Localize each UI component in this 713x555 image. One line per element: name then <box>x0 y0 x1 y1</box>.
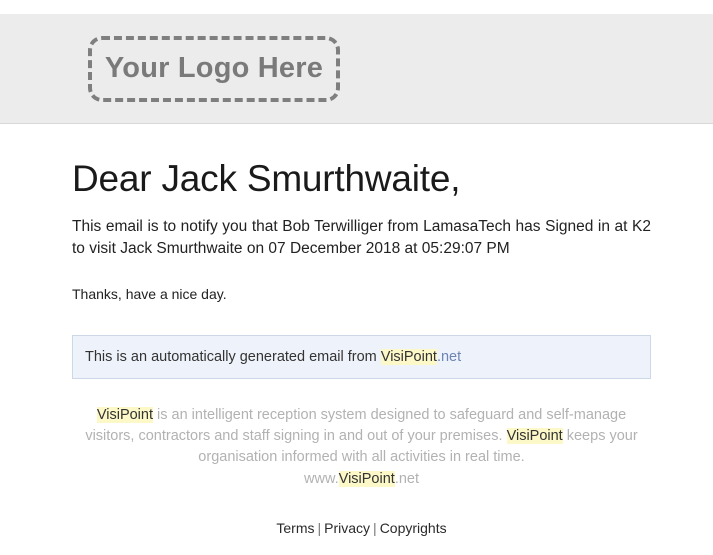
copyrights-link[interactable]: Copyrights <box>380 520 447 536</box>
closing-text: Thanks, have a nice day. <box>72 286 227 302</box>
email-body: Dear Jack Smurthwaite, This email is to … <box>0 158 713 536</box>
footer-url-brand-highlight: VisiPoint <box>338 471 395 487</box>
link-separator-1: | <box>317 520 322 536</box>
privacy-link[interactable]: Privacy <box>324 520 370 536</box>
logo-placeholder-text: Your Logo Here <box>104 52 324 84</box>
footer-brand-highlight-second: VisiPoint <box>506 428 563 444</box>
notice-brand-highlight: VisiPoint <box>380 349 437 365</box>
footer-brand-highlight-first: VisiPoint <box>96 407 153 423</box>
footer-url-suffix: .net <box>394 471 419 487</box>
notice-domain-suffix[interactable]: .net <box>437 349 461 365</box>
link-separator-2: | <box>373 520 377 536</box>
notice-prefix-text: This is an automatically generated email… <box>85 349 381 365</box>
greeting-heading: Dear Jack Smurthwaite, <box>72 158 461 199</box>
footer-links: Terms | Privacy | Copyrights <box>72 520 651 536</box>
top-white-strip <box>0 0 713 14</box>
terms-link[interactable]: Terms <box>276 520 314 536</box>
logo-placeholder: Your Logo Here <box>88 35 340 102</box>
footer-description: VisiPoint is an intelligent reception sy… <box>72 405 651 490</box>
notification-message: This email is to notify you that Bob Ter… <box>72 218 651 257</box>
email-header-band: Your Logo Here <box>0 14 713 124</box>
footer-url-prefix: www. <box>304 471 339 487</box>
auto-generated-notice: This is an automatically generated email… <box>72 335 651 379</box>
footer-website-url[interactable]: www.VisiPoint.net <box>72 469 651 490</box>
